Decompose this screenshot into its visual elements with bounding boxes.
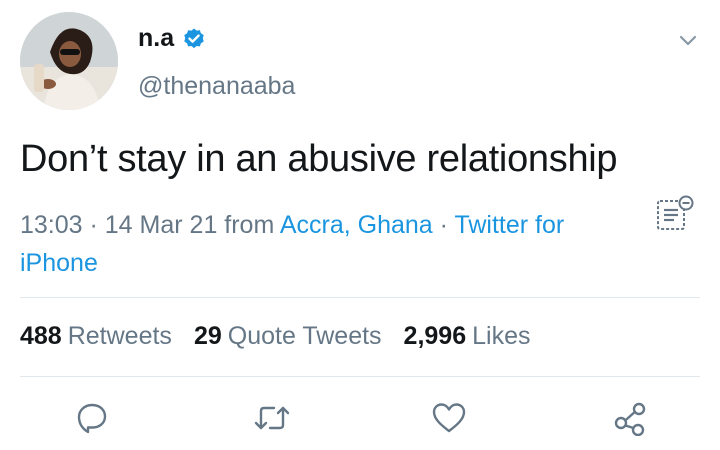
- translate-icon[interactable]: [655, 195, 695, 233]
- tweet-time[interactable]: 13:03: [20, 211, 83, 239]
- action-bar: [0, 398, 720, 442]
- reply-button[interactable]: [72, 398, 112, 438]
- verified-badge-icon: [182, 27, 206, 51]
- meta-separator: ·: [432, 211, 455, 239]
- tweet-meta: 13:03 · 14 Mar 21 from Accra, Ghana · Tw…: [20, 206, 640, 282]
- reply-icon: [77, 403, 107, 434]
- retweet-button[interactable]: [252, 398, 292, 438]
- retweets-label: Retweets: [67, 322, 172, 350]
- display-name[interactable]: n.a: [138, 24, 206, 53]
- tweet-date[interactable]: 14 Mar 21: [105, 211, 218, 239]
- retweets-stat[interactable]: 488 Retweets: [20, 322, 172, 351]
- retweets-count: 488: [20, 322, 62, 350]
- tweet-stats: 488 Retweets 29 Quote Tweets 2,996 Likes: [20, 322, 530, 351]
- divider: [20, 297, 700, 298]
- avatar[interactable]: [20, 12, 118, 110]
- location-link[interactable]: Accra, Ghana: [280, 211, 433, 239]
- quote-tweets-count: 29: [193, 322, 222, 350]
- likes-count: 2,996: [403, 322, 467, 350]
- divider: [20, 376, 700, 377]
- user-handle[interactable]: @thenanaaba: [138, 72, 295, 101]
- from-label: from: [217, 211, 280, 239]
- display-name-text: n.a: [138, 24, 175, 52]
- share-icon: [614, 402, 646, 436]
- tweet-text: Don’t stay in an abusive relationship: [20, 138, 618, 180]
- avatar-photo: [20, 12, 118, 110]
- heart-icon: [432, 403, 466, 433]
- quote-tweets-stat[interactable]: 29 Quote Tweets: [194, 322, 382, 351]
- share-button[interactable]: [610, 398, 650, 438]
- chevron-down-icon[interactable]: [676, 30, 700, 50]
- meta-separator: ·: [82, 211, 105, 239]
- like-button[interactable]: [429, 398, 469, 438]
- quote-tweets-label: Quote Tweets: [227, 322, 382, 350]
- likes-stat[interactable]: 2,996 Likes: [404, 322, 531, 351]
- likes-label: Likes: [472, 322, 531, 350]
- retweet-icon: [254, 406, 290, 430]
